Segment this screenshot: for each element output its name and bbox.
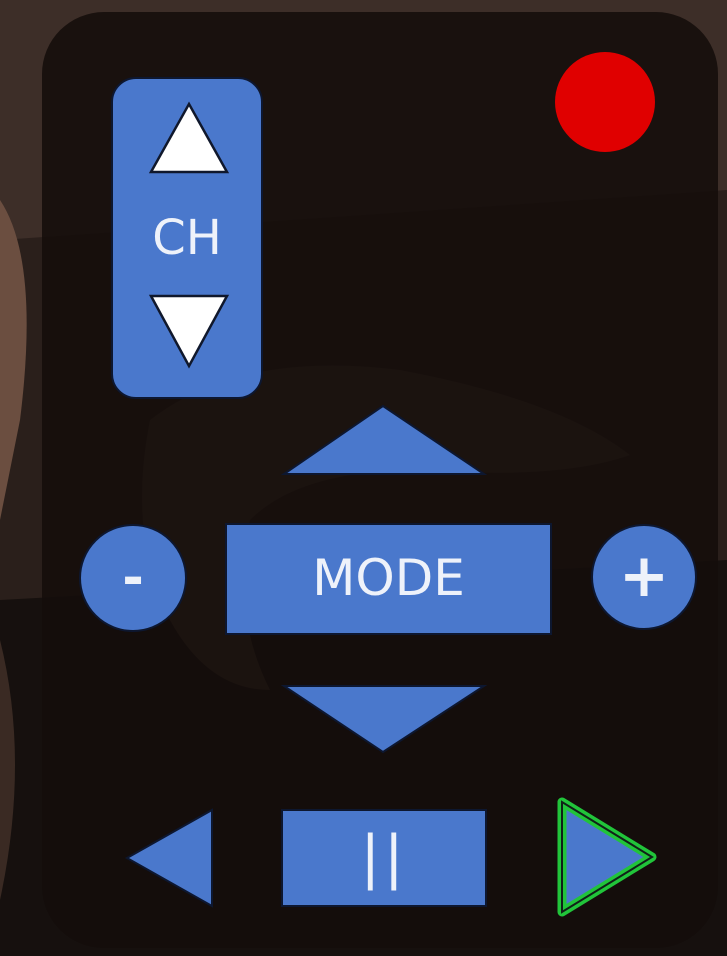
previous-icon[interactable]	[124, 808, 213, 908]
pause-button[interactable]	[281, 809, 487, 907]
remote-control-overlay: CH MODE - + ||	[0, 0, 727, 956]
remote-shapes	[79, 52, 697, 917]
minus-button[interactable]	[79, 524, 187, 632]
mode-button[interactable]	[225, 523, 552, 635]
mode-down-icon[interactable]	[280, 685, 488, 754]
record-icon[interactable]	[555, 52, 655, 152]
next-icon[interactable]	[557, 797, 657, 917]
mode-up-icon[interactable]	[280, 404, 488, 475]
plus-button[interactable]	[591, 524, 697, 630]
